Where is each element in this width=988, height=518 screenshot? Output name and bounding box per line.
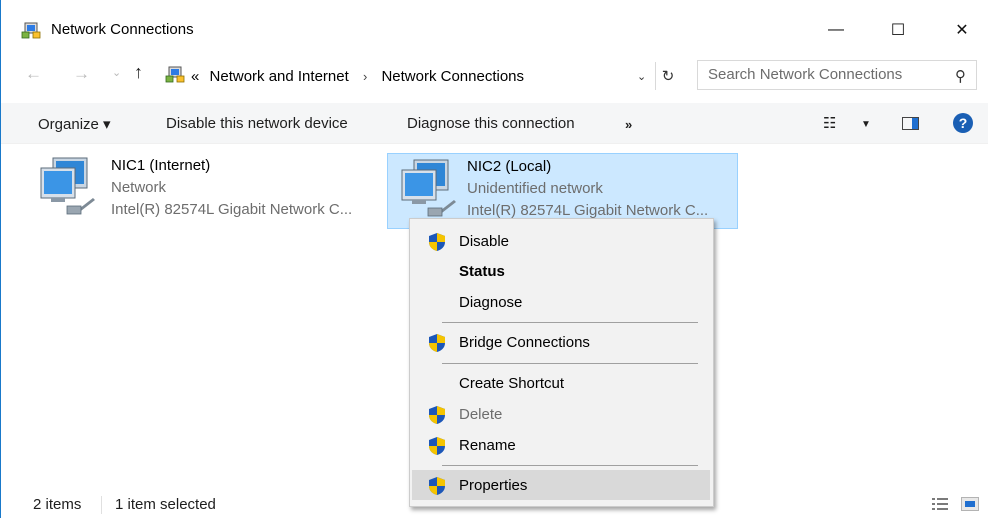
menu-item-label: Create Shortcut <box>459 375 565 392</box>
connection-device: Intel(R) 82574L Gigabit Network C... <box>111 201 353 218</box>
menu-item-rename[interactable]: Rename <box>412 430 710 460</box>
address-dropdown-chevron-icon[interactable]: ⌄ <box>637 70 646 83</box>
search-input[interactable] <box>708 66 928 83</box>
menu-item-create-shortcut[interactable]: Create Shortcut <box>412 368 710 398</box>
breadcrumb: « Network and Internet › Network Connect… <box>191 68 524 85</box>
breadcrumb-separator[interactable]: › <box>363 69 367 84</box>
network-connections-icon <box>21 22 41 39</box>
connection-item-nic1[interactable]: NIC1 (Internet) Network Intel(R) 82574L … <box>27 152 377 228</box>
network-adapter-icon <box>40 157 95 215</box>
change-view-icon[interactable]: ☷ <box>823 114 836 132</box>
uac-shield-icon <box>429 334 445 352</box>
connection-status: Network <box>111 179 167 196</box>
minimize-button[interactable]: — <box>813 15 859 45</box>
menu-item-diagnose[interactable]: Diagnose <box>412 287 710 317</box>
close-button[interactable]: ✕ <box>939 15 985 45</box>
context-menu: Disable Status Diagnose Bridge Connectio… <box>409 218 714 507</box>
selection-count: 1 item selected <box>115 496 216 513</box>
command-bar: Organize ▾ Disable this network device D… <box>1 103 988 144</box>
window-title: Network Connections <box>51 21 194 38</box>
explorer-window: Network Connections — ☐ ✕ ← → ⌄ ↑ « Netw… <box>0 0 988 518</box>
network-adapter-icon <box>401 159 456 217</box>
large-icons-view-icon[interactable] <box>961 497 979 511</box>
menu-item-bridge-connections[interactable]: Bridge Connections <box>412 327 710 357</box>
navigation-bar: ← → ⌄ ↑ « Network and Internet › Network… <box>1 56 988 96</box>
maximize-button[interactable]: ☐ <box>875 15 921 45</box>
details-view-icon[interactable] <box>932 497 948 511</box>
uac-shield-icon <box>429 437 445 455</box>
disable-device-button[interactable]: Disable this network device <box>166 115 348 132</box>
menu-item-label: Rename <box>459 437 516 454</box>
uac-shield-icon <box>429 406 445 424</box>
connection-device: Intel(R) 82574L Gigabit Network C... <box>467 202 709 219</box>
item-count: 2 items <box>33 496 82 513</box>
connection-status: Unidentified network <box>467 180 603 197</box>
status-bar: 2 items 1 item selected <box>1 490 988 518</box>
breadcrumb-network-and-internet[interactable]: Network and Internet <box>210 68 349 85</box>
menu-item-label: Bridge Connections <box>459 334 590 351</box>
menu-item-label: Disable <box>459 233 510 250</box>
help-icon[interactable]: ? <box>953 113 973 133</box>
status-divider <box>101 496 102 514</box>
menu-item-label: Diagnose <box>459 294 523 311</box>
connection-name: NIC2 (Local) <box>467 158 552 175</box>
up-button[interactable]: ↑ <box>134 62 143 83</box>
preview-pane-icon[interactable] <box>902 117 919 130</box>
refresh-button[interactable]: ↻ <box>655 62 680 90</box>
more-commands-button[interactable]: » <box>625 117 632 132</box>
forward-button[interactable]: → <box>73 64 90 84</box>
search-box: ⚲ <box>697 60 977 90</box>
title-bar: Network Connections — ☐ ✕ <box>1 0 988 46</box>
breadcrumb-overflow[interactable]: « <box>191 68 199 85</box>
menu-separator <box>442 363 698 364</box>
connection-name: NIC1 (Internet) <box>111 157 211 174</box>
breadcrumb-network-connections[interactable]: Network Connections <box>381 68 524 85</box>
search-icon[interactable]: ⚲ <box>955 67 966 85</box>
menu-item-delete: Delete <box>412 399 710 429</box>
organize-menu-button[interactable]: Organize ▾ <box>38 115 111 133</box>
recent-locations-chevron-icon[interactable]: ⌄ <box>112 66 121 79</box>
diagnose-connection-button[interactable]: Diagnose this connection <box>407 115 575 132</box>
menu-item-label: Delete <box>459 406 503 423</box>
uac-shield-icon <box>429 233 445 251</box>
address-network-icon <box>165 66 185 83</box>
menu-item-status[interactable]: Status <box>412 256 710 286</box>
back-button[interactable]: ← <box>25 64 42 84</box>
menu-separator <box>442 465 698 466</box>
menu-item-label: Status <box>459 263 505 280</box>
view-options-dropdown-icon[interactable]: ▼ <box>861 119 871 130</box>
menu-item-disable[interactable]: Disable <box>412 226 710 256</box>
menu-separator <box>442 322 698 323</box>
